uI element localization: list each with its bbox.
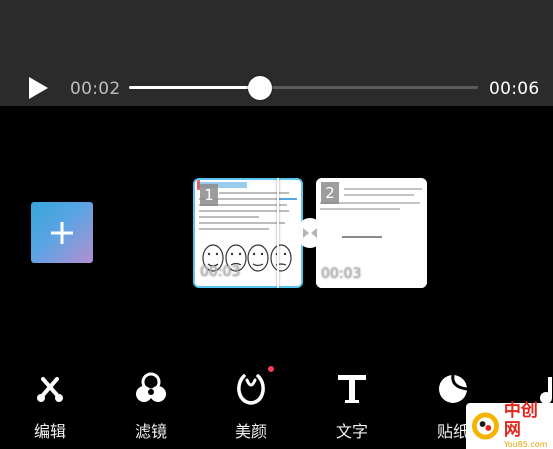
scissors-icon: [37, 377, 63, 402]
tool-edit[interactable]: 编辑: [20, 372, 80, 442]
watermark-brand: 中创网: [503, 401, 538, 440]
progress-fill: [129, 86, 261, 89]
video-player-bar: 00:02 00:06: [0, 0, 553, 106]
music-icon: [540, 377, 552, 404]
clip-index: 1: [200, 184, 218, 206]
watermark-url: You85.com: [503, 440, 548, 449]
playhead[interactable]: [277, 178, 279, 288]
tool-label: 滤镜: [134, 422, 167, 441]
filter-icon: [136, 372, 166, 402]
progress-track[interactable]: [129, 86, 478, 89]
watermark-logo-icon: [471, 412, 499, 440]
current-time: 00:02: [70, 79, 121, 99]
progress-knob[interactable]: [248, 76, 273, 100]
tool-filter[interactable]: 滤镜: [121, 372, 181, 442]
tool-text[interactable]: 文字: [322, 372, 382, 442]
clip-duration: 00:03: [200, 264, 241, 280]
timeline-clip-1[interactable]: 1 00:03: [193, 178, 303, 288]
tool-beauty[interactable]: 美颜: [221, 366, 281, 442]
play-icon[interactable]: [26, 75, 50, 101]
notification-dot: [268, 366, 274, 372]
plus-icon: [51, 221, 73, 244]
watermark: 中创网 You85.com: [466, 401, 553, 449]
add-clip-button[interactable]: [31, 202, 93, 263]
clip-index: 2: [321, 182, 339, 204]
tool-label: 编辑: [33, 422, 66, 441]
sticker-icon: [439, 374, 468, 403]
total-duration: 00:06: [489, 79, 540, 99]
clip-duration: 00:03: [321, 266, 362, 282]
tool-label: 文字: [335, 422, 368, 441]
text-icon: [338, 375, 366, 403]
timeline-clip-2[interactable]: 2 00:03: [316, 178, 427, 288]
transition-icon: [303, 228, 317, 238]
transition-button[interactable]: [297, 218, 323, 248]
tool-label: 美颜: [234, 422, 267, 441]
beauty-icon: [237, 374, 265, 405]
